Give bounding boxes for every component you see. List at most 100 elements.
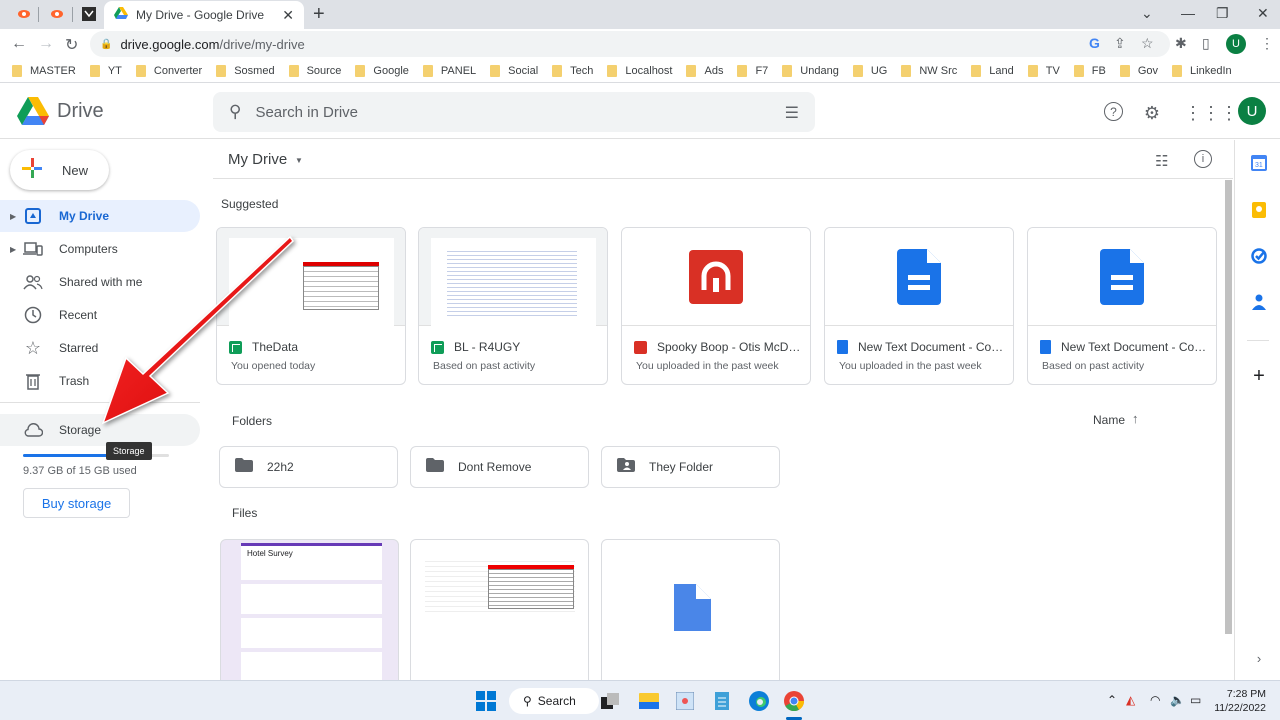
volume-icon[interactable]: 🔈 (1170, 693, 1185, 707)
sidebar-item-my-drive[interactable]: ▶ My Drive (0, 200, 200, 232)
star-icon: ☆ (24, 337, 42, 358)
buy-storage-button[interactable]: Buy storage (23, 488, 130, 518)
get-addons-plus-icon[interactable]: + (1251, 365, 1267, 387)
maximize-button[interactable]: ❐ (1216, 5, 1229, 22)
suggested-card[interactable]: Spooky Boop - Otis McDon... You uploaded… (621, 227, 811, 385)
edge-browser-icon[interactable] (747, 689, 771, 713)
browser-profile-avatar[interactable]: U (1226, 34, 1246, 54)
pinned-tab-semrush-2[interactable] (47, 6, 65, 22)
bookmark-item[interactable]: PANEL (422, 64, 476, 77)
search-input[interactable] (255, 103, 736, 121)
folder-item[interactable]: 22h2 (219, 446, 398, 488)
tasks-icon[interactable] (1251, 248, 1267, 264)
bookmark-item[interactable]: Ads (686, 64, 723, 77)
settings-gear-icon[interactable]: ⚙ (1141, 102, 1163, 124)
sidebar-item-computers[interactable]: ▶ Computers (0, 233, 200, 265)
main-scrollbar[interactable] (1225, 180, 1232, 634)
calendar-icon[interactable]: 31 (1251, 155, 1267, 171)
app-name[interactable]: Drive (57, 100, 104, 123)
apps-grid-icon[interactable]: ⋮⋮⋮ (1184, 102, 1238, 124)
bookmark-item[interactable]: Undang (782, 64, 839, 77)
taskbar-search[interactable]: ⚲ Search (509, 688, 599, 714)
forward-button[interactable]: → (38, 35, 54, 53)
reload-button[interactable]: ↻ (65, 35, 78, 55)
bookmark-item[interactable]: Google (355, 64, 409, 77)
bookmark-item[interactable]: Converter (135, 64, 202, 77)
bookmark-item[interactable]: F7 (737, 64, 768, 77)
active-tab[interactable]: My Drive - Google Drive ✕ (104, 1, 304, 29)
file-card[interactable] (601, 539, 780, 689)
task-view-icon[interactable] (598, 689, 622, 713)
notepad-icon[interactable] (710, 689, 734, 713)
windows-start-icon[interactable] (474, 689, 498, 713)
share-icon[interactable]: ⇪ (1114, 35, 1126, 52)
bookmark-item[interactable]: NW Src (901, 64, 957, 77)
keep-icon[interactable] (1251, 202, 1267, 218)
wifi-icon[interactable]: ◠ (1150, 693, 1160, 707)
sidebar-item-trash[interactable]: Trash (0, 365, 200, 397)
extensions-icon[interactable]: ✱ (1175, 35, 1187, 52)
sidebar-item-recent[interactable]: Recent (0, 299, 200, 331)
bookmark-item[interactable]: Tech (552, 64, 593, 77)
bookmark-item[interactable]: UG (852, 64, 887, 77)
control-panel-icon[interactable] (673, 689, 697, 713)
bookmark-item[interactable]: Land (971, 64, 1014, 77)
show-side-panel-chevron-icon[interactable]: › (1251, 650, 1267, 666)
help-icon[interactable]: ? (1104, 102, 1123, 121)
pinned-tab-semrush-1[interactable] (14, 6, 32, 22)
folder-item[interactable]: Dont Remove (410, 446, 589, 488)
side-panel-icon[interactable]: ▯ (1202, 35, 1210, 52)
info-icon[interactable]: i (1194, 150, 1212, 168)
close-tab-icon[interactable]: ✕ (282, 7, 294, 24)
expand-arrow-icon[interactable]: ▶ (10, 212, 16, 221)
bookmark-item[interactable]: Sosmed (216, 64, 275, 77)
new-button[interactable]: New (10, 150, 109, 190)
drive-logo-icon[interactable] (17, 97, 49, 125)
tab-search-icon[interactable]: ⌄ (1141, 5, 1153, 22)
bookmark-item[interactable]: Gov (1119, 64, 1158, 77)
sort-by-name-button[interactable]: Name (1093, 413, 1125, 427)
chrome-menu-icon[interactable]: ⋮ (1260, 35, 1274, 52)
sidebar-item-storage[interactable]: Storage (0, 414, 200, 446)
google-lens-icon[interactable]: G (1089, 35, 1100, 51)
suggested-card[interactable]: New Text Document - Copy... Based on pas… (1027, 227, 1217, 385)
expand-arrow-icon[interactable]: ▶ (10, 245, 16, 254)
chrome-icon[interactable] (782, 689, 806, 713)
account-avatar[interactable]: U (1238, 97, 1266, 125)
bookmark-item[interactable]: MASTER (12, 64, 76, 77)
folder-item[interactable]: They Folder (601, 446, 780, 488)
show-hidden-icons-chevron[interactable]: ⌃ (1107, 693, 1117, 707)
pinned-tab-dark[interactable] (80, 6, 98, 22)
bookmark-item[interactable]: YT (89, 64, 122, 77)
close-window-button[interactable]: ✕ (1257, 5, 1269, 22)
search-icon[interactable]: ⚲ (229, 102, 241, 122)
battery-icon[interactable]: ▭ (1190, 693, 1201, 707)
new-tab-button[interactable]: + (313, 3, 325, 26)
file-explorer-icon[interactable] (637, 689, 661, 713)
dropdown-caret-icon[interactable]: ▼ (295, 156, 303, 165)
sidebar-item-starred[interactable]: ☆ Starred (0, 332, 200, 364)
bookmark-item[interactable]: FB (1073, 64, 1106, 77)
sort-direction-arrow-icon[interactable]: ↑ (1132, 411, 1139, 426)
search-options-icon[interactable]: ☰ (785, 103, 799, 123)
minimize-button[interactable]: — (1181, 5, 1195, 21)
bookmark-item[interactable]: Social (490, 64, 538, 77)
tray-app-icon[interactable]: ◭ (1126, 693, 1135, 707)
bookmark-item[interactable]: Localhost (607, 64, 672, 77)
bookmark-star-icon[interactable]: ☆ (1141, 35, 1154, 52)
list-view-icon[interactable]: ☷ (1155, 152, 1168, 170)
address-bar[interactable]: 🔒 drive.google.com/drive/my-drive (90, 31, 1170, 57)
file-card[interactable]: Hotel Survey (220, 539, 399, 689)
suggested-card[interactable]: New Text Document - Copy... You uploaded… (824, 227, 1014, 385)
contacts-icon[interactable] (1251, 294, 1267, 310)
file-card[interactable] (410, 539, 589, 689)
suggested-card[interactable]: BL - R4UGY Based on past activity (418, 227, 608, 385)
back-button[interactable]: ← (11, 35, 27, 53)
my-drive-title[interactable]: My Drive (228, 151, 287, 168)
bookmark-item[interactable]: TV (1027, 64, 1060, 77)
sidebar-item-shared-with-me[interactable]: Shared with me (0, 266, 200, 298)
suggested-card[interactable]: TheData You opened today (216, 227, 406, 385)
bookmark-item[interactable]: Source (288, 64, 341, 77)
taskbar-clock[interactable]: 7:28 PM 11/22/2022 (1210, 687, 1266, 715)
bookmark-item[interactable]: LinkedIn (1172, 64, 1232, 77)
